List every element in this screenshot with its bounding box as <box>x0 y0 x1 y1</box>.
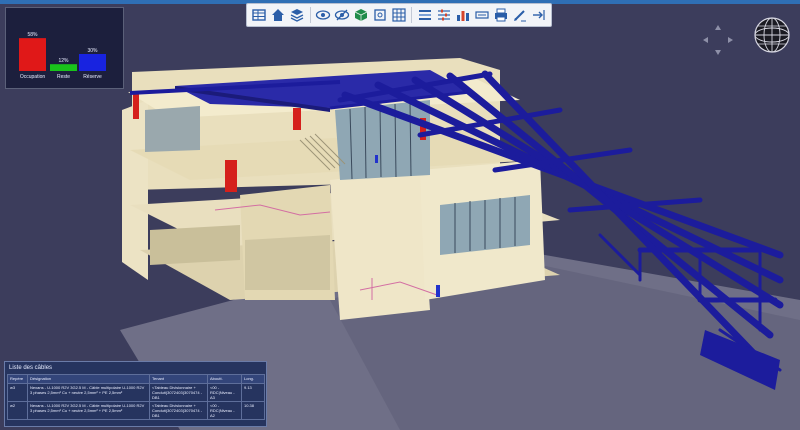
table-row[interactable]: w3 Nexans - U-1000 R2V 3G2.5 M - Câble m… <box>7 383 265 402</box>
bar-value-label: 30% <box>87 48 98 54</box>
eye-hide-icon[interactable] <box>334 6 351 24</box>
cable-tray-fill-chart: 58% Occupation 12% Reste 30% Réserve <box>5 7 124 89</box>
cell-repere: w2 <box>7 401 28 420</box>
category-label: Occupation <box>20 74 46 80</box>
label-icon[interactable] <box>473 6 490 24</box>
cell-longueur: 10.38 <box>241 401 265 420</box>
grid-select-icon[interactable] <box>391 6 408 24</box>
eye-icon[interactable] <box>315 6 332 24</box>
cell-aboutissant: <00 - RDC|Niveau - A2 <box>207 401 242 420</box>
cable-table: Repère Désignation Tenant Aboutt. Long. … <box>7 374 265 420</box>
bar-value-label: 12% <box>58 58 69 64</box>
bar-réserve <box>79 54 106 71</box>
cell-aboutissant: <00 - RDC|Niveau - A3 <box>207 383 242 402</box>
cable-list-title: Liste des câbles <box>9 365 53 371</box>
frame-icon[interactable] <box>372 6 389 24</box>
list-view-icon[interactable] <box>416 6 433 24</box>
table-row[interactable]: w2 Nexans - U-1000 R2V 3G2.5 M - Câble m… <box>7 401 265 420</box>
bar-occupation <box>19 38 46 71</box>
bar-value-label: 58% <box>27 32 38 38</box>
category-label: Reste <box>57 74 70 80</box>
bar-chart-icon[interactable] <box>454 6 471 24</box>
print-icon[interactable] <box>492 6 509 24</box>
toolbar-separator <box>411 7 413 23</box>
column-header-longueur[interactable]: Long. <box>241 374 265 384</box>
column-header-tenant[interactable]: Tenant <box>149 374 208 384</box>
layers-icon[interactable] <box>289 6 306 24</box>
column-header-aboutissant[interactable]: Aboutt. <box>207 374 242 384</box>
bar-reste <box>50 64 77 71</box>
category-label: Réserve <box>83 74 102 80</box>
table-header-row: Repère Désignation Tenant Aboutt. Long. <box>7 374 265 384</box>
pan-down-icon <box>715 50 721 55</box>
cube-icon[interactable] <box>353 6 370 24</box>
chart-canvas: 58% Occupation 12% Reste 30% Réserve <box>19 32 106 80</box>
cell-designation: Nexans - U-1000 R2V 3G2.5 M - Câble mult… <box>27 383 150 402</box>
pan-left-icon <box>703 37 708 43</box>
cell-tenant: <Tableau Divisionnaire + Conduit(3072403… <box>149 383 208 402</box>
cell-designation: Nexans - U-1000 R2V 3G2.5 M - Câble mult… <box>27 401 150 420</box>
table-icon[interactable] <box>251 6 268 24</box>
cell-repere: w3 <box>7 383 28 402</box>
column-header-designation[interactable]: Désignation <box>27 374 150 384</box>
orbit-globe-icon[interactable] <box>752 15 792 55</box>
pan-up-icon <box>715 25 721 30</box>
column-header-repere[interactable]: Repère <box>7 374 28 384</box>
sliders-icon[interactable] <box>435 6 452 24</box>
pan-right-icon <box>728 37 733 43</box>
cable-list-panel: Liste des câbles Repère Désignation Tena… <box>4 361 267 427</box>
pan-navigation-arrows[interactable] <box>700 22 736 58</box>
cell-tenant: <Tableau Divisionnaire + Conduit(3072403… <box>149 401 208 420</box>
main-toolbar <box>246 3 552 27</box>
pen-icon[interactable] <box>511 6 528 24</box>
cell-longueur: 9.13 <box>241 383 265 402</box>
toolbar-separator <box>309 7 311 23</box>
home-icon[interactable] <box>270 6 287 24</box>
export-icon[interactable] <box>530 6 547 24</box>
